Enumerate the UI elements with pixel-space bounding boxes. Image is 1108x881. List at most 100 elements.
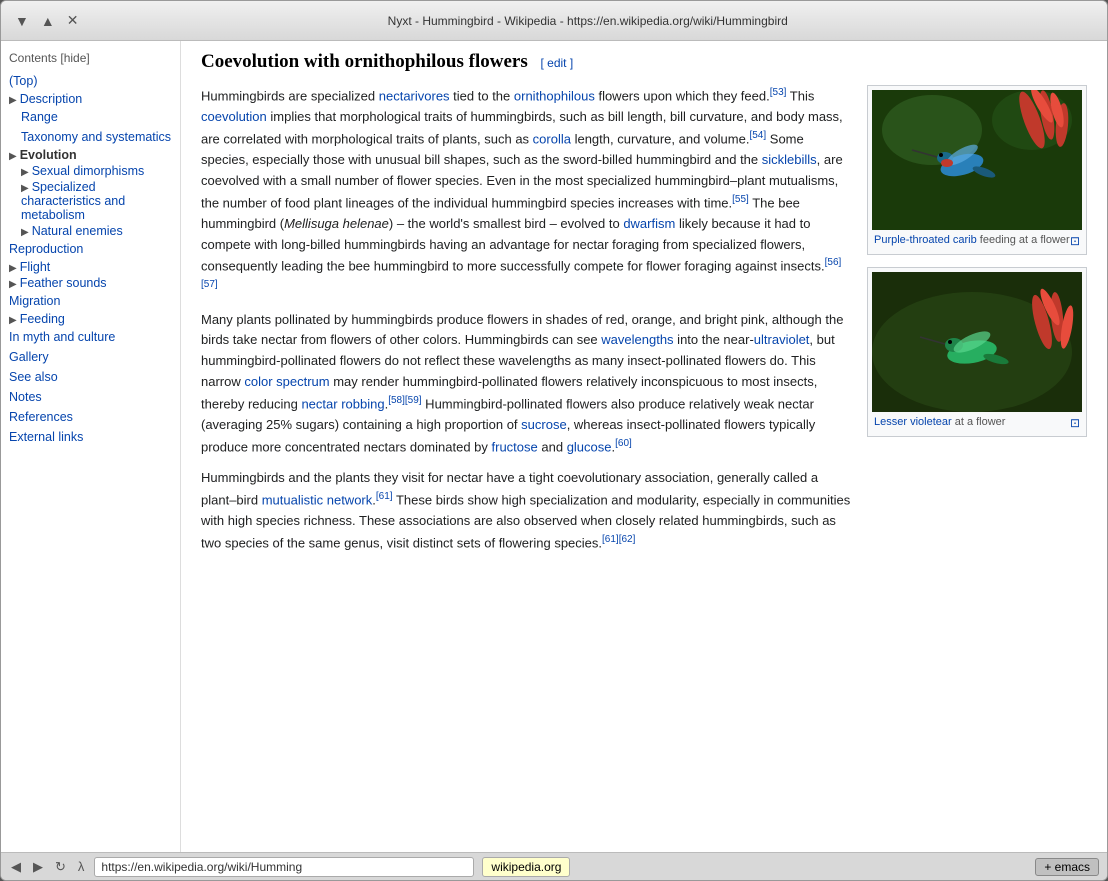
reload-button[interactable]: ↻ [53, 859, 68, 875]
link-sicklebills[interactable]: sicklebills [762, 152, 817, 167]
sidebar-link-feather[interactable]: Feather sounds [20, 274, 107, 292]
title-bar: ▼ ▲ ✕ Nyxt - Hummingbird - Wikipedia - h… [1, 1, 1107, 41]
sidebar-item-feeding[interactable]: ▶Feeding [9, 311, 172, 327]
sidebar-item-specialized[interactable]: ▶Specialized characteristics and metabol… [9, 179, 172, 223]
back-button[interactable]: ◀ [9, 859, 23, 875]
sidebar-link-specialized[interactable]: Specialized characteristics and metaboli… [21, 178, 125, 224]
article-layout: Hummingbirds are specialized nectarivore… [201, 85, 1087, 564]
article-text: Hummingbirds are specialized nectarivore… [201, 85, 851, 564]
link-wavelengths[interactable]: wavelengths [601, 332, 673, 347]
sidebar-link-myth[interactable]: In myth and culture [9, 328, 172, 346]
link-dwarfism[interactable]: dwarfism [623, 216, 675, 231]
window-controls[interactable]: ▼ ▲ ✕ [13, 12, 80, 29]
minimize-button[interactable]: ▼ [13, 13, 31, 29]
edit-link[interactable]: [ edit ] [540, 56, 573, 70]
sidebar-item-migration[interactable]: Migration [9, 291, 172, 311]
sup-58-59[interactable]: [58][59] [388, 395, 421, 406]
sidebar-link-seealso[interactable]: See also [9, 368, 172, 386]
caption-text-2: Lesser violetear at a flower [874, 416, 1070, 428]
link-purple-throated[interactable]: Purple-throated carib [874, 234, 977, 246]
sidebar-link-gallery[interactable]: Gallery [9, 348, 172, 366]
url-bar[interactable] [94, 857, 474, 877]
expand-icon-2[interactable]: ⊡ [1070, 416, 1080, 430]
sup-61-62[interactable]: [61][62] [602, 534, 635, 545]
sup-53[interactable]: [53] [770, 87, 787, 98]
arrow-icon-evolution: ▶ [9, 151, 17, 162]
sidebar-link-feeding[interactable]: Feeding [20, 310, 65, 328]
sidebar-item-top[interactable]: (Top) [9, 71, 172, 91]
sidebar-item-seealso[interactable]: See also [9, 367, 172, 387]
sidebar-link-taxonomy[interactable]: Taxonomy and systematics [21, 128, 172, 146]
image-box-2: Lesser violetear at a flower ⊡ [867, 267, 1087, 437]
sup-54[interactable]: [54] [749, 130, 766, 141]
sidebar-item-feather[interactable]: ▶Feather sounds [9, 275, 172, 291]
link-nectar-robbing[interactable]: nectar robbing [301, 396, 384, 411]
paragraph-3: Hummingbirds and the plants they visit f… [201, 468, 851, 554]
sidebar-item-evolution[interactable]: ▶Evolution [9, 147, 172, 163]
sidebar-item-reproduction[interactable]: Reproduction [9, 239, 172, 259]
expand-icon-1[interactable]: ⊡ [1070, 234, 1080, 248]
sidebar-toc: Contents [hide] (Top) ▶Description Range… [1, 41, 181, 852]
link-color-spectrum[interactable]: color spectrum [244, 374, 329, 389]
paragraph-2: Many plants pollinated by hummingbirds p… [201, 310, 851, 458]
toc-header[interactable]: Contents [hide] [9, 51, 172, 65]
browser-content: Contents [hide] (Top) ▶Description Range… [1, 41, 1107, 852]
sup-60[interactable]: [60] [615, 438, 632, 449]
link-mutualistic[interactable]: mutualistic network [262, 492, 373, 507]
page-title: Coevolution with ornithophilous flowers … [201, 51, 1087, 73]
forward-button[interactable]: ▶ [31, 859, 45, 875]
sidebar-link-description[interactable]: Description [20, 90, 83, 108]
article-title-text: Coevolution with ornithophilous flowers [201, 51, 528, 72]
close-button[interactable]: ✕ [65, 12, 81, 29]
arrow-icon-sexual: ▶ [21, 167, 29, 178]
sidebar-link-top[interactable]: (Top) [9, 72, 172, 90]
sidebar-link-references[interactable]: References [9, 408, 172, 426]
link-ultraviolet[interactable]: ultraviolet [754, 332, 810, 347]
link-nectarivores[interactable]: nectarivores [379, 88, 450, 103]
sidebar-link-migration[interactable]: Migration [9, 292, 172, 310]
sidebar-item-notes[interactable]: Notes [9, 387, 172, 407]
sidebar-item-description[interactable]: ▶Description [9, 91, 172, 107]
sidebar-link-notes[interactable]: Notes [9, 388, 172, 406]
image-panel: Purple-throated carib feeding at a flowe… [867, 85, 1087, 564]
sup-61[interactable]: [61] [376, 491, 393, 502]
sidebar-item-gallery[interactable]: Gallery [9, 347, 172, 367]
image-caption-2: Lesser violetear at a flower ⊡ [872, 412, 1082, 432]
sup-56-57[interactable]: [56][57] [201, 257, 841, 290]
arrow-icon-feather: ▶ [9, 279, 17, 290]
maximize-button[interactable]: ▲ [39, 13, 57, 29]
paragraph-1: Hummingbirds are specialized nectarivore… [201, 85, 851, 300]
image-2 [872, 272, 1082, 412]
sidebar-link-reproduction[interactable]: Reproduction [9, 240, 172, 258]
bookmark-button[interactable]: λ [76, 859, 87, 874]
sidebar-item-external[interactable]: External links [9, 427, 172, 447]
link-lesser-violetear[interactable]: Lesser violetear [874, 416, 952, 428]
caption-text-1: Purple-throated carib feeding at a flowe… [874, 234, 1070, 246]
sidebar-item-myth[interactable]: In myth and culture [9, 327, 172, 347]
sidebar-item-sexual[interactable]: ▶Sexual dimorphisms [9, 163, 172, 179]
link-coevolution[interactable]: coevolution [201, 109, 267, 124]
image-caption-1: Purple-throated carib feeding at a flowe… [872, 230, 1082, 250]
image-1 [872, 90, 1082, 230]
tooltip-wikipedia: wikipedia.org [482, 857, 570, 877]
link-corolla[interactable]: corolla [533, 131, 571, 146]
link-ornithophilous[interactable]: ornithophilous [514, 88, 595, 103]
sidebar-link-natural[interactable]: Natural enemies [32, 222, 123, 240]
sidebar-item-flight[interactable]: ▶Flight [9, 259, 172, 275]
emacs-button[interactable]: + emacs [1035, 858, 1099, 876]
link-fructose[interactable]: fructose [492, 439, 538, 454]
image-box-1: Purple-throated carib feeding at a flowe… [867, 85, 1087, 255]
sidebar-item-natural[interactable]: ▶Natural enemies [9, 223, 172, 239]
arrow-icon-flight: ▶ [9, 263, 17, 274]
sidebar-item-range[interactable]: Range [9, 107, 172, 127]
sidebar-link-external[interactable]: External links [9, 428, 172, 446]
sidebar-item-taxonomy[interactable]: Taxonomy and systematics [9, 127, 172, 147]
link-glucose[interactable]: glucose [567, 439, 612, 454]
sidebar-link-range[interactable]: Range [21, 108, 172, 126]
sidebar-item-references[interactable]: References [9, 407, 172, 427]
arrow-icon-natural: ▶ [21, 227, 29, 238]
sup-55[interactable]: [55] [732, 194, 749, 205]
link-sucrose[interactable]: sucrose [521, 417, 567, 432]
window-title: Nyxt - Hummingbird - Wikipedia - https:/… [80, 14, 1095, 28]
main-content: Coevolution with ornithophilous flowers … [181, 41, 1107, 852]
